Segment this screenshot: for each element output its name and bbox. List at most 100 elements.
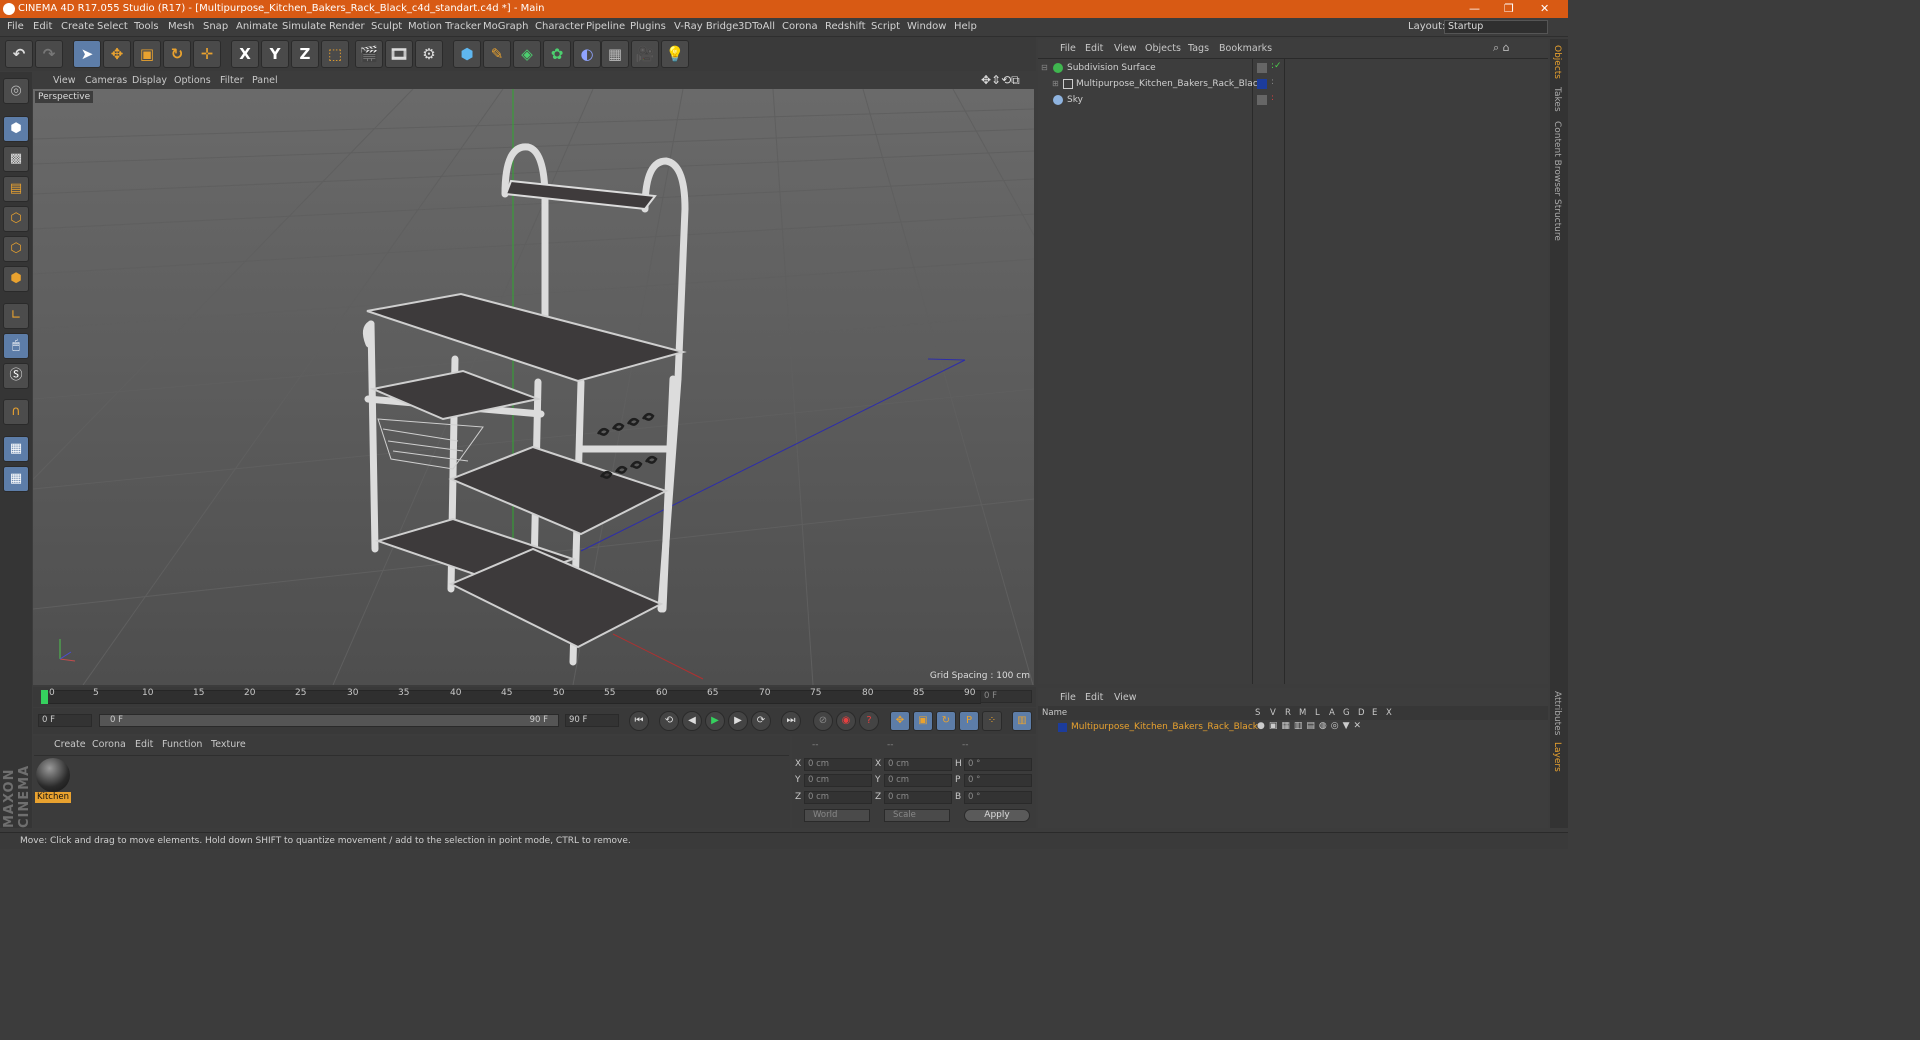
- layout-select[interactable]: Startup: [1444, 20, 1548, 34]
- points-mode-icon[interactable]: ⬡: [3, 206, 29, 232]
- rotate-tool-icon[interactable]: ↻: [163, 40, 191, 68]
- workplane-lock-icon[interactable]: ▦: [3, 436, 29, 462]
- deformer-icon[interactable]: ◐: [573, 40, 601, 68]
- texture-mode-icon[interactable]: ▩: [3, 146, 29, 172]
- side-tab-takes[interactable]: Takes: [1552, 87, 1562, 112]
- record-keys-icon[interactable]: ⊘: [813, 711, 833, 731]
- menu-edit[interactable]: Edit: [33, 21, 52, 32]
- material-menu-create[interactable]: Create: [54, 739, 86, 750]
- position-z-field[interactable]: 0 cm: [804, 791, 872, 804]
- go-to-end-icon[interactable]: ⏭: [781, 711, 801, 731]
- axis-mode-icon[interactable]: ∟: [3, 303, 29, 329]
- rotation-p-field[interactable]: 0 °: [964, 774, 1032, 787]
- visibility-dots-icon[interactable]: :: [1271, 93, 1274, 103]
- object-menu-tags[interactable]: Tags: [1188, 43, 1209, 54]
- expand-toggle-icon[interactable]: ⊟: [1041, 63, 1048, 72]
- make-editable-icon[interactable]: ◎: [3, 78, 29, 104]
- menu-create[interactable]: Create: [61, 21, 94, 32]
- viewport-menu-panel[interactable]: Panel: [252, 75, 278, 86]
- snap-icon[interactable]: ∩: [3, 399, 29, 425]
- coordinate-system-icon[interactable]: ⬚: [321, 40, 349, 68]
- layer-col-xref[interactable]: X: [1386, 708, 1392, 718]
- layer-menu-file[interactable]: File: [1060, 692, 1076, 703]
- menu-script[interactable]: Script: [871, 21, 900, 32]
- end-frame-field[interactable]: 90 F: [565, 714, 619, 727]
- menu-simulate[interactable]: Simulate: [282, 21, 326, 32]
- spline-pen-icon[interactable]: ✎: [483, 40, 511, 68]
- key-parameter-icon[interactable]: P: [959, 711, 979, 731]
- previous-frame-icon[interactable]: ◀: [682, 711, 702, 731]
- menu-redshift[interactable]: Redshift: [825, 21, 866, 32]
- menu-mograph[interactable]: MoGraph: [483, 21, 528, 32]
- size-y-field[interactable]: 0 cm: [884, 774, 952, 787]
- move-tool-icon[interactable]: ✥: [103, 40, 131, 68]
- menu-file[interactable]: File: [7, 21, 24, 32]
- menu-tools[interactable]: Tools: [134, 21, 159, 32]
- side-tab-attributes[interactable]: Attributes: [1552, 691, 1562, 735]
- object-row-sky[interactable]: Sky :: [1038, 93, 1548, 109]
- layer-col-solo[interactable]: S: [1255, 708, 1260, 718]
- next-frame-icon[interactable]: ▶: [728, 711, 748, 731]
- viewport-menu-filter[interactable]: Filter: [220, 75, 244, 86]
- position-y-field[interactable]: 0 cm: [804, 774, 872, 787]
- object-menu-view[interactable]: View: [1114, 43, 1137, 54]
- object-row-subdivision-surface[interactable]: ⊟ Subdivision Surface :✓: [1038, 61, 1548, 77]
- model-mode-icon[interactable]: ⬢: [3, 116, 29, 142]
- layer-col-deformers[interactable]: D: [1358, 708, 1365, 718]
- material-menu-function[interactable]: Function: [162, 739, 202, 750]
- workplane-align-icon[interactable]: ▦: [3, 466, 29, 492]
- live-selection-icon[interactable]: ✛: [193, 40, 221, 68]
- select-tool-icon[interactable]: ➤: [73, 40, 101, 68]
- layer-tag-icon[interactable]: [1257, 95, 1267, 105]
- keyframe-selection-icon[interactable]: ?: [859, 711, 879, 731]
- tweak-mode-icon[interactable]: 🖱: [3, 333, 29, 359]
- viewport-menu-view[interactable]: View: [53, 75, 76, 86]
- side-tab-structure[interactable]: Structure: [1552, 199, 1562, 241]
- menu-corona[interactable]: Corona: [782, 21, 818, 32]
- coordinate-mode-select[interactable]: World: [804, 809, 870, 822]
- material-menu-texture[interactable]: Texture: [211, 739, 246, 750]
- key-rotation-icon[interactable]: ↻: [936, 711, 956, 731]
- key-scale-icon[interactable]: ▣: [913, 711, 933, 731]
- layer-tag-icon[interactable]: [1257, 63, 1267, 73]
- perspective-viewport[interactable]: Perspective Grid Spacing : 100 cm: [33, 89, 1034, 685]
- layer-col-expressions[interactable]: E: [1372, 708, 1377, 718]
- size-x-field[interactable]: 0 cm: [884, 758, 952, 771]
- minimize-icon[interactable]: —: [1469, 2, 1480, 15]
- layer-name[interactable]: Multipurpose_Kitchen_Bakers_Rack_Black: [1071, 722, 1258, 732]
- object-menu-objects[interactable]: Objects: [1145, 43, 1181, 54]
- menu-motion-tracker[interactable]: Motion Tracker: [408, 21, 481, 32]
- render-settings-icon[interactable]: ⚙: [415, 40, 443, 68]
- side-tab-content-browser[interactable]: Content Browser: [1552, 121, 1562, 196]
- object-menu-bookmarks[interactable]: Bookmarks: [1219, 43, 1272, 54]
- menu-character[interactable]: Character: [535, 21, 584, 32]
- material-menu-edit[interactable]: Edit: [135, 739, 153, 750]
- object-row-kitchen-rack[interactable]: ⊞ Multipurpose_Kitchen_Bakers_Rack_Black…: [1038, 77, 1548, 93]
- z-axis-lock-button[interactable]: Z: [291, 40, 319, 68]
- cube-primitive-icon[interactable]: ⬢: [453, 40, 481, 68]
- autokey-icon[interactable]: ◉: [836, 711, 856, 731]
- x-axis-lock-button[interactable]: X: [231, 40, 259, 68]
- object-menu-edit[interactable]: Edit: [1085, 43, 1103, 54]
- menu-render[interactable]: Render: [329, 21, 365, 32]
- material-swatch-kitchen[interactable]: Kitchen: [35, 758, 71, 803]
- menu-sculpt[interactable]: Sculpt: [371, 21, 402, 32]
- polygons-mode-icon[interactable]: ⬢: [3, 266, 29, 292]
- side-tab-objects[interactable]: Objects: [1552, 45, 1562, 79]
- edges-mode-icon[interactable]: ⬡: [3, 236, 29, 262]
- floor-icon[interactable]: ▦: [601, 40, 629, 68]
- layer-toggle-icons[interactable]: ●▣▦▥▤◍◎▼✕: [1257, 721, 1365, 731]
- scale-tool-icon[interactable]: ▣: [133, 40, 161, 68]
- menu-animate[interactable]: Animate: [236, 21, 278, 32]
- go-to-start-icon[interactable]: ⏮: [629, 711, 649, 731]
- camera-icon[interactable]: 🎥: [631, 40, 659, 68]
- light-icon[interactable]: 💡: [661, 40, 689, 68]
- layer-row[interactable]: Multipurpose_Kitchen_Bakers_Rack_Black ●…: [1038, 721, 1548, 735]
- visibility-dots-icon[interactable]: :: [1271, 77, 1274, 87]
- preview-range-slider[interactable]: 0 F 90 F: [99, 714, 559, 727]
- layer-color-swatch[interactable]: [1058, 723, 1067, 732]
- expand-toggle-icon[interactable]: ⊞: [1052, 79, 1059, 88]
- redo-icon[interactable]: ↷: [35, 40, 63, 68]
- position-x-field[interactable]: 0 cm: [804, 758, 872, 771]
- menu-plugins[interactable]: Plugins: [630, 21, 666, 32]
